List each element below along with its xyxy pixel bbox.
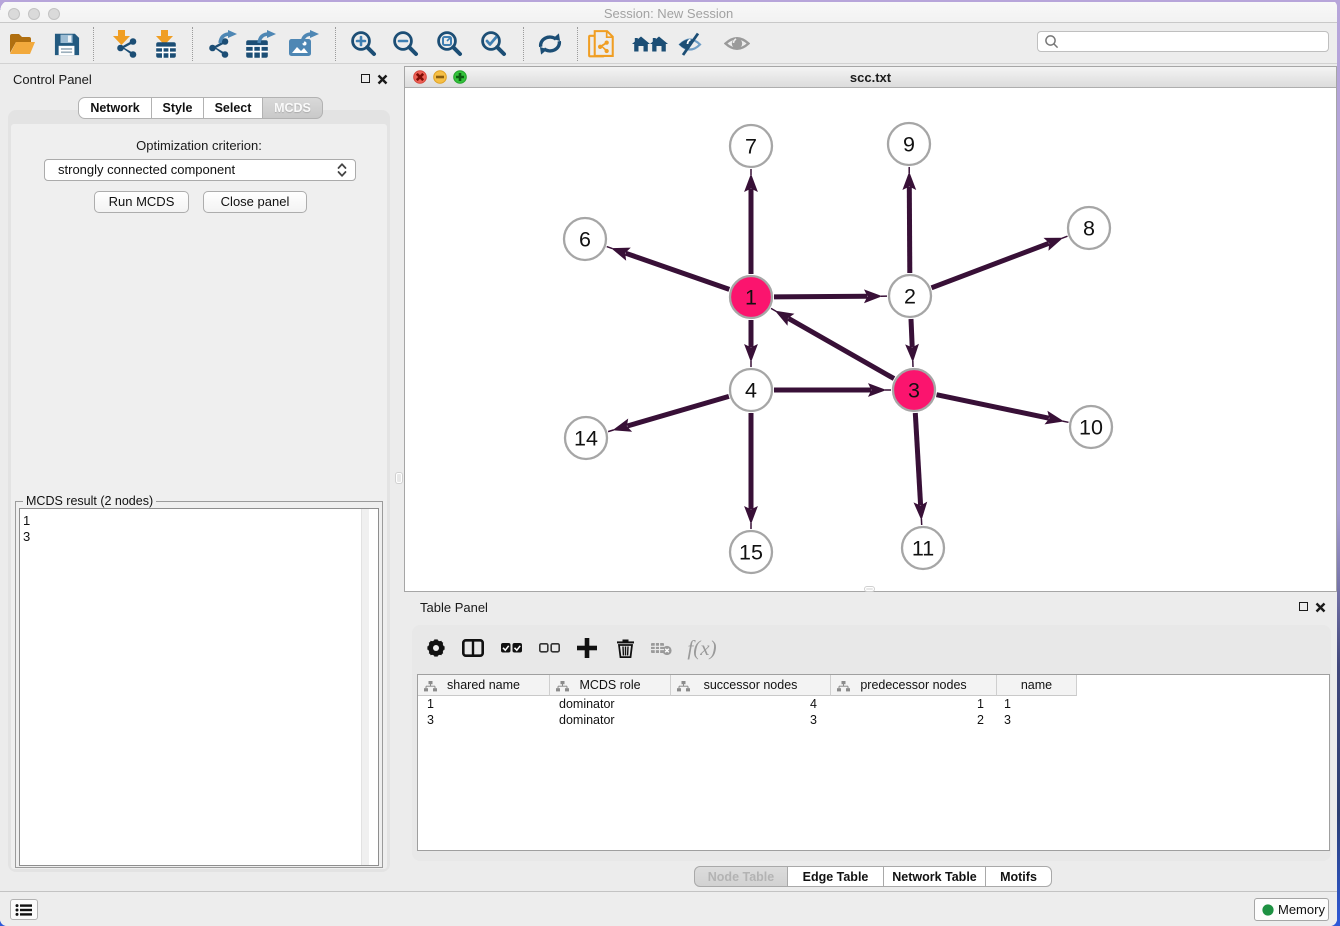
- svg-text:7: 7: [745, 135, 757, 159]
- svg-text:14: 14: [574, 427, 598, 451]
- svg-text:11: 11: [912, 537, 934, 561]
- svg-text:6: 6: [579, 228, 591, 252]
- svg-text:2: 2: [904, 285, 916, 309]
- svg-text:4: 4: [745, 379, 757, 403]
- svg-text:15: 15: [739, 541, 763, 565]
- svg-text:3: 3: [908, 379, 920, 403]
- svg-text:1: 1: [745, 286, 757, 310]
- svg-text:8: 8: [1083, 217, 1095, 241]
- svg-text:10: 10: [1079, 416, 1103, 440]
- svg-text:9: 9: [903, 133, 915, 157]
